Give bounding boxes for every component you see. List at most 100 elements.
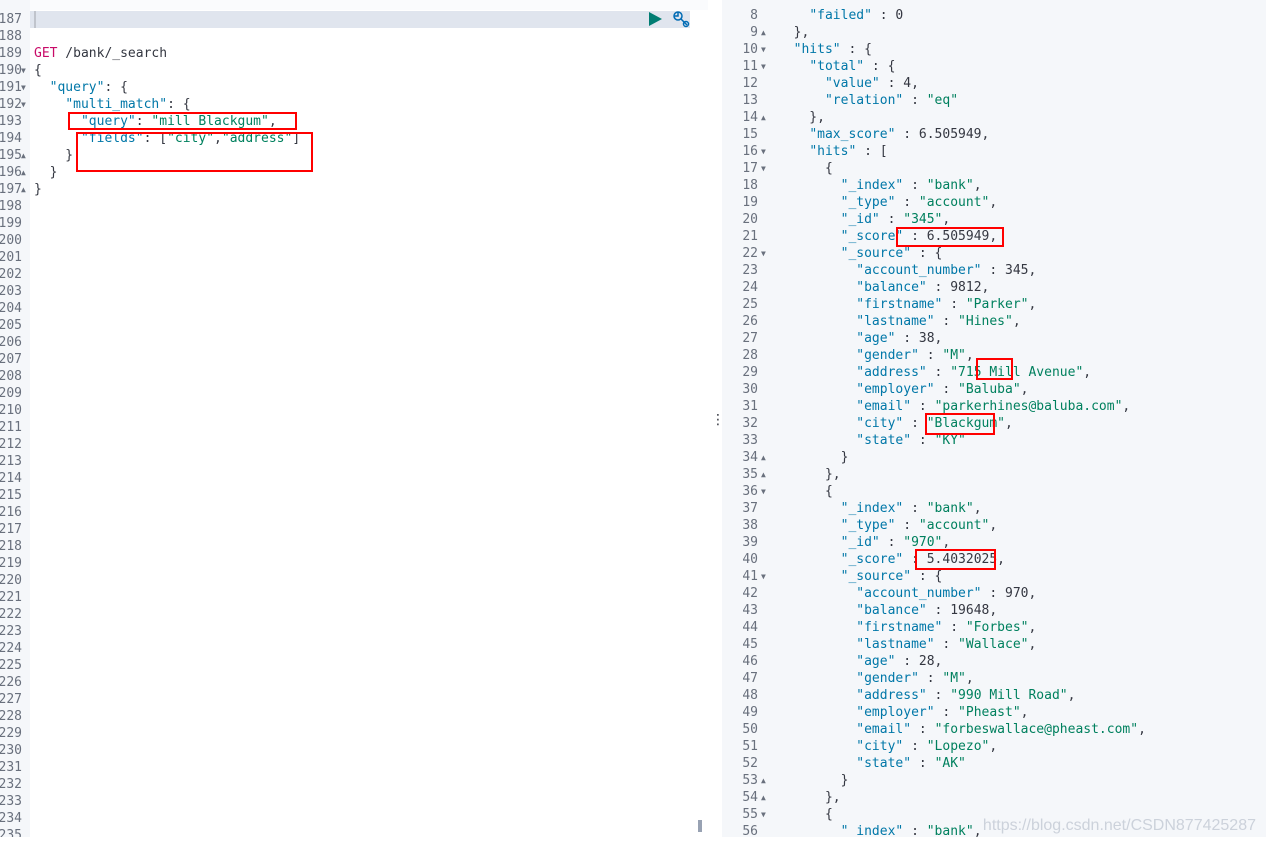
request-editor[interactable]: 187 188 189 GET /bank/_search 190 ▼{191 ▼ "que… <box>0 0 708 844</box>
code-line[interactable]: 208 <box>0 368 708 385</box>
request-code[interactable]: 187 188 189 GET /bank/_search 190 ▼{191 ▼ "que… <box>0 11 708 844</box>
code-line[interactable]: 219 <box>0 555 708 572</box>
fold-expanded-icon[interactable]: ▼ <box>761 143 766 160</box>
line-number: 199 <box>0 216 22 231</box>
code-line[interactable]: 222 <box>0 606 708 623</box>
code-line[interactable]: 190 ▼ { <box>0 62 708 79</box>
fold-collapse-icon[interactable]: ▲ <box>761 109 766 126</box>
fold-expanded-icon[interactable]: ▼ <box>761 245 766 262</box>
code-line[interactable]: 226 <box>0 674 708 691</box>
code-line[interactable]: 193 "query": "mill Blackgum", <box>0 113 708 130</box>
code-text: "firstname" : "Forbes", <box>856 620 1037 635</box>
fold-expanded-icon[interactable]: ▼ <box>761 160 766 177</box>
code-line: 50 "email" : "forbeswallace@pheast.com", <box>722 721 1266 738</box>
code-line[interactable]: 214 <box>0 470 708 487</box>
code-line[interactable]: 211 <box>0 419 708 436</box>
fold-expanded-icon[interactable]: ▼ <box>761 568 766 585</box>
fold-collapse-icon[interactable]: ▲ <box>761 789 766 806</box>
fold-collapse-icon[interactable]: ▲ <box>761 449 766 466</box>
code-line[interactable]: 229 <box>0 725 708 742</box>
code-line[interactable]: 197 ▲} <box>0 181 708 198</box>
fold-expanded-icon[interactable]: ▼ <box>21 62 26 79</box>
code-line[interactable]: 227 <box>0 691 708 708</box>
line-number: 34 <box>742 450 758 465</box>
code-line[interactable]: 202 <box>0 266 708 283</box>
wrench-icon[interactable] <box>672 10 690 32</box>
line-number: 228 <box>0 709 22 724</box>
line-number: 195 <box>0 148 22 163</box>
code-line[interactable]: 201 <box>0 249 708 266</box>
line-number: 47 <box>742 671 758 686</box>
code-line[interactable]: 230 <box>0 742 708 759</box>
fold-expanded-icon[interactable]: ▼ <box>21 96 26 113</box>
fold-collapse-icon[interactable]: ▲ <box>21 164 26 181</box>
play-icon[interactable] <box>648 12 662 30</box>
code-line[interactable]: 195 ▲ } <box>0 147 708 164</box>
code-line[interactable]: 196 ▲ } <box>0 164 708 181</box>
code-line[interactable]: 187 <box>0 11 690 28</box>
code-line[interactable]: 212 <box>0 436 708 453</box>
code-text: "fields": ["city","address"] <box>80 131 301 146</box>
line-number: 28 <box>742 348 758 363</box>
line-number: 201 <box>0 250 22 265</box>
code-line[interactable]: 199 <box>0 215 708 232</box>
code-line[interactable]: 215 <box>0 487 708 504</box>
fold-expanded-icon[interactable]: ▼ <box>761 806 766 823</box>
line-number: 200 <box>0 233 22 248</box>
fold-expanded-icon[interactable]: ▼ <box>761 483 766 500</box>
code-line[interactable]: 228 <box>0 708 708 725</box>
line-number: 21 <box>742 229 758 244</box>
code-line[interactable]: 205 <box>0 317 708 334</box>
code-line[interactable]: 234 <box>0 810 708 827</box>
code-line[interactable]: 233 <box>0 793 708 810</box>
code-line: 37 "_index" : "bank", <box>722 500 1266 517</box>
response-viewer: 8 "failed" : 0 9 ▲ }, 10 ▼ "hits" : {11 ▼ "to… <box>722 0 1266 844</box>
code-line[interactable]: 231 <box>0 759 708 776</box>
code-line[interactable]: 225 <box>0 657 708 674</box>
scrollbar[interactable] <box>698 820 702 832</box>
code-line[interactable]: 216 <box>0 504 708 521</box>
code-line[interactable]: 223 <box>0 623 708 640</box>
code-line[interactable]: 224 <box>0 640 708 657</box>
code-line[interactable]: 207 <box>0 351 708 368</box>
code-line[interactable]: 198 <box>0 198 708 215</box>
line-number: 45 <box>742 637 758 652</box>
line-number: 38 <box>742 518 758 533</box>
code-line[interactable]: 189 GET /bank/_search <box>0 45 708 62</box>
fold-collapse-icon[interactable]: ▲ <box>761 466 766 483</box>
code-line[interactable]: 204 <box>0 300 708 317</box>
code-text: "gender" : "M", <box>856 671 974 686</box>
code-text: "state" : "KY" <box>856 433 966 448</box>
code-line[interactable]: 213 <box>0 453 708 470</box>
code-line[interactable]: 232 <box>0 776 708 793</box>
line-number: 8 <box>750 8 758 23</box>
fold-collapse-icon[interactable]: ▲ <box>21 147 26 164</box>
fold-collapse-icon[interactable]: ▲ <box>21 181 26 198</box>
fold-expanded-icon[interactable]: ▼ <box>761 58 766 75</box>
code-line[interactable]: 192 ▼ "multi_match": { <box>0 96 708 113</box>
code-line[interactable]: 217 <box>0 521 708 538</box>
code-line[interactable]: 218 <box>0 538 708 555</box>
code-line[interactable]: 191 ▼ "query": { <box>0 79 708 96</box>
fold-collapse-icon[interactable]: ▲ <box>761 24 766 41</box>
line-number: 218 <box>0 539 22 554</box>
code-line[interactable]: 194 "fields": ["city","address"] <box>0 130 708 147</box>
code-line[interactable]: 209 <box>0 385 708 402</box>
line-number: 227 <box>0 692 22 707</box>
code-line[interactable]: 200 <box>0 232 708 249</box>
code-line[interactable]: 206 <box>0 334 708 351</box>
code-line[interactable]: 203 <box>0 283 708 300</box>
code-line[interactable]: 188 <box>0 28 708 45</box>
code-line[interactable]: 210 <box>0 402 708 419</box>
code-text: "query": "mill Blackgum", <box>80 114 277 129</box>
code-line[interactable]: 220 <box>0 572 708 589</box>
fold-collapse-icon[interactable]: ▲ <box>761 772 766 789</box>
code-line: 33 "state" : "KY" <box>722 432 1266 449</box>
code-line: 47 "gender" : "M", <box>722 670 1266 687</box>
line-number: 204 <box>0 301 22 316</box>
fold-expanded-icon[interactable]: ▼ <box>21 79 26 96</box>
request-toolbar <box>648 10 690 32</box>
code-text: "query": { <box>49 80 128 95</box>
fold-expanded-icon[interactable]: ▼ <box>761 41 766 58</box>
code-line[interactable]: 221 <box>0 589 708 606</box>
